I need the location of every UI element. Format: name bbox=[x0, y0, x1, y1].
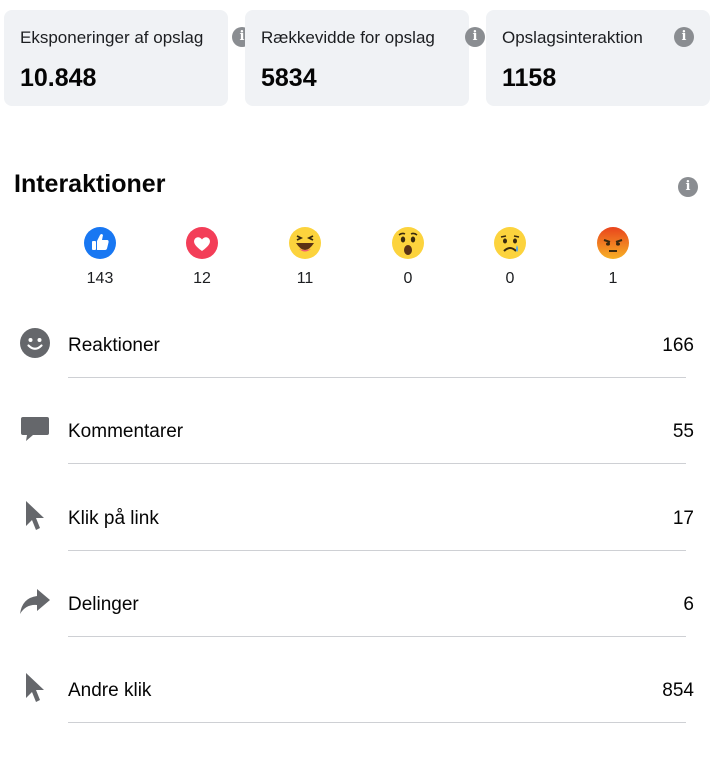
metric-card-engagement: Opslagsinteraktion 1158 bbox=[486, 10, 710, 106]
section-title: Interaktioner bbox=[14, 170, 166, 198]
like-icon bbox=[84, 227, 116, 259]
cursor-icon bbox=[26, 501, 44, 530]
row-label: Reaktioner bbox=[68, 335, 160, 356]
love-icon bbox=[186, 227, 218, 259]
divider bbox=[68, 463, 686, 464]
reaction-count: 0 bbox=[505, 270, 515, 287]
cursor-icon bbox=[26, 673, 44, 702]
metric-label: Rækkevidde for opslag bbox=[261, 28, 435, 47]
reaction-wow: 0 bbox=[378, 226, 438, 288]
metric-row-comments: Kommentarer 55 bbox=[0, 413, 711, 499]
metric-label: Opslagsinteraktion bbox=[502, 28, 643, 47]
row-label: Delinger bbox=[68, 594, 139, 615]
metric-row-link-clicks: Klik på link 17 bbox=[0, 500, 711, 586]
row-value: 17 bbox=[672, 508, 694, 529]
metric-value: 5834 bbox=[261, 64, 317, 92]
share-icon bbox=[20, 589, 50, 614]
row-label: Andre klik bbox=[68, 680, 152, 701]
reaction-count: 1 bbox=[608, 270, 618, 287]
haha-icon bbox=[289, 227, 321, 259]
row-value: 854 bbox=[662, 680, 694, 701]
metric-card-impressions: Eksponeringer af opslag 10.848 bbox=[4, 10, 228, 106]
metric-row-other-clicks: Andre klik 854 bbox=[0, 672, 711, 758]
divider bbox=[68, 722, 686, 723]
comment-icon bbox=[21, 417, 49, 441]
metric-card-reach: Rækkevidde for opslag 5834 bbox=[245, 10, 469, 106]
reaction-count: 143 bbox=[86, 270, 114, 287]
row-label: Kommentarer bbox=[68, 421, 184, 442]
smiley-icon bbox=[20, 328, 50, 358]
metric-value: 10.848 bbox=[20, 64, 97, 92]
info-icon[interactable]: i bbox=[678, 177, 698, 197]
metric-row-reactions: Reaktioner 166 bbox=[0, 327, 711, 413]
divider bbox=[68, 636, 686, 637]
sad-icon bbox=[494, 227, 526, 259]
reaction-count: 12 bbox=[193, 270, 211, 287]
reaction-haha: 11 bbox=[275, 226, 335, 288]
reaction-like: 143 bbox=[70, 226, 130, 288]
wow-icon bbox=[392, 227, 424, 259]
reaction-count: 11 bbox=[296, 270, 314, 287]
reaction-angry: 1 bbox=[583, 226, 643, 288]
info-icon[interactable]: i bbox=[465, 27, 485, 47]
row-value: 166 bbox=[662, 335, 694, 356]
divider bbox=[68, 377, 686, 378]
info-icon[interactable]: i bbox=[674, 27, 694, 47]
reaction-count: 0 bbox=[403, 270, 413, 287]
row-value: 6 bbox=[683, 594, 694, 615]
metric-label: Eksponeringer af opslag bbox=[20, 28, 204, 47]
reaction-sad: 0 bbox=[480, 226, 540, 288]
angry-icon bbox=[597, 227, 629, 259]
divider bbox=[68, 550, 686, 551]
metric-row-shares: Delinger 6 bbox=[0, 586, 711, 672]
row-label: Klik på link bbox=[68, 508, 159, 529]
metric-value: 1158 bbox=[502, 64, 557, 92]
row-value: 55 bbox=[672, 421, 694, 442]
reaction-love: 12 bbox=[172, 226, 232, 288]
